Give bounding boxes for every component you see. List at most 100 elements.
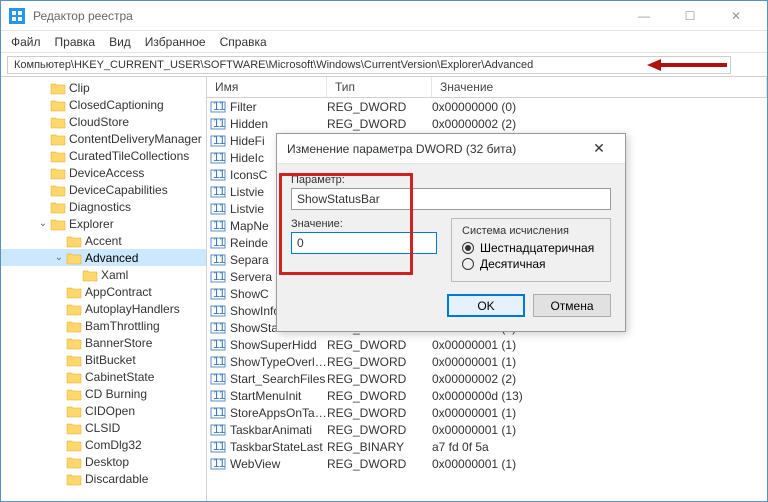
tree-item[interactable]: CloudStore [1,113,206,130]
cancel-button[interactable]: Отмена [533,294,611,317]
folder-icon [66,472,82,486]
value-icon: 110 [210,338,226,352]
list-row[interactable]: 110Start_SearchFilesREG_DWORD0x00000002 … [207,370,767,387]
header-value[interactable]: Значение [432,77,767,97]
maximize-button[interactable]: ☐ [667,1,713,31]
list-row[interactable]: 110StartMenuInitREG_DWORD0x0000000d (13) [207,387,767,404]
expand-icon[interactable]: ⌄ [53,252,65,263]
menu-favorites[interactable]: Избранное [145,35,206,49]
tree-item[interactable]: ComDlg32 [1,436,206,453]
window-title: Редактор реестра [33,9,621,23]
close-button[interactable]: ✕ [713,1,759,31]
value-icon: 110 [210,457,226,471]
menu-file[interactable]: Файл [11,35,41,49]
value-icon: 110 [210,219,226,233]
tree-item[interactable]: Desktop [1,453,206,470]
svg-text:110: 110 [213,185,226,198]
row-value: 0x00000001 (1) [432,355,767,369]
tree-item[interactable]: Accent [1,232,206,249]
value-icon: 110 [210,389,226,403]
folder-icon [66,455,82,469]
list-row[interactable]: 110HiddenREG_DWORD0x00000002 (2) [207,115,767,132]
list-row[interactable]: 110ShowSuperHiddREG_DWORD0x00000001 (1) [207,336,767,353]
menu-edit[interactable]: Правка [55,35,96,49]
base-fieldset: Система исчисления Шестнадцатеричная Дес… [451,218,611,282]
tree-item-label: CD Burning [85,387,147,401]
header-name[interactable]: Имя [207,77,327,97]
tree-item[interactable]: Clip [1,79,206,96]
tree-item[interactable]: ClosedCaptioning [1,96,206,113]
tree-item[interactable]: AppContract [1,283,206,300]
value-icon: 110 [210,406,226,420]
tree-item[interactable]: DeviceCapabilities [1,181,206,198]
tree-item[interactable]: BamThrottling [1,317,206,334]
header-type[interactable]: Тип [327,77,432,97]
dialog-close-button[interactable]: ✕ [583,140,615,157]
tree-panel[interactable]: ClipClosedCaptioningCloudStoreContentDel… [1,77,207,501]
tree-item[interactable]: CIDOpen [1,402,206,419]
folder-icon [66,251,82,265]
row-type: REG_DWORD [327,423,432,437]
folder-icon [66,421,82,435]
row-value: 0x00000002 (2) [432,117,767,131]
value-icon: 110 [210,287,226,301]
tree-item[interactable]: Diagnostics [1,198,206,215]
tree-item[interactable]: CuratedTileCollections [1,147,206,164]
tree-item[interactable]: ContentDeliveryManager [1,130,206,147]
list-header: Имя Тип Значение [207,77,767,98]
folder-icon [50,183,66,197]
list-row[interactable]: 110TaskbarAnimatiREG_DWORD0x00000001 (1) [207,421,767,438]
tree-item[interactable]: BannerStore [1,334,206,351]
tree-item-label: Advanced [85,251,138,265]
tree-item[interactable]: BitBucket [1,351,206,368]
tree-item[interactable]: Xaml [1,266,206,283]
menu-view[interactable]: Вид [109,35,131,49]
tree-item[interactable]: Discardable [1,470,206,487]
svg-text:110: 110 [213,236,226,249]
folder-icon [66,319,82,333]
svg-text:110: 110 [213,338,226,351]
radio-dec[interactable]: Десятичная [462,257,600,271]
value-icon: 110 [210,134,226,148]
value-input[interactable] [291,232,437,254]
tree-item[interactable]: CabinetState [1,368,206,385]
ok-button[interactable]: OK [447,294,525,317]
list-row[interactable]: 110FilterREG_DWORD0x00000000 (0) [207,98,767,115]
folder-icon [66,404,82,418]
folder-icon [66,438,82,452]
tree-item[interactable]: CLSID [1,419,206,436]
list-row[interactable]: 110TaskbarStateLastREG_BINARYa7 fd 0f 5a [207,438,767,455]
menubar: Файл Правка Вид Избранное Справка [1,31,767,53]
tree-item[interactable]: ⌄Explorer [1,215,206,232]
expand-icon[interactable]: ⌄ [37,218,49,229]
address-input[interactable]: Компьютер\HKEY_CURRENT_USER\SOFTWARE\Mic… [7,56,731,74]
value-icon: 110 [210,321,226,335]
param-input[interactable] [291,188,611,210]
row-type: REG_DWORD [327,389,432,403]
list-row[interactable]: 110ShowTypeOverlayREG_DWORD0x00000001 (1… [207,353,767,370]
radio-hex[interactable]: Шестнадцатеричная [462,241,600,255]
tree-item[interactable]: ⌄ Advanced [1,249,206,266]
menu-help[interactable]: Справка [220,35,267,49]
list-row[interactable]: 110StoreAppsOnTas...REG_DWORD0x00000001 … [207,404,767,421]
row-type: REG_BINARY [327,440,432,454]
tree-item-label: AppContract [85,285,152,299]
titlebar: Редактор реестра — ☐ ✕ [1,1,767,31]
value-icon: 110 [210,117,226,131]
tree-item[interactable]: CD Burning [1,385,206,402]
tree-item[interactable]: AutoplayHandlers [1,300,206,317]
row-name: Start_SearchFiles [230,372,327,386]
radio-dec-button[interactable] [462,258,474,270]
dialog-title-text: Изменение параметра DWORD (32 бита) [287,142,583,156]
tree-item[interactable]: DeviceAccess [1,164,206,181]
folder-icon [50,166,66,180]
row-value: 0x00000001 (1) [432,338,767,352]
folder-icon [66,370,82,384]
folder-icon [66,353,82,367]
radio-hex-button[interactable] [462,242,474,254]
value-icon: 110 [210,202,226,216]
regedit-window: Редактор реестра — ☐ ✕ Файл Правка Вид И… [0,0,768,502]
minimize-button[interactable]: — [621,1,667,31]
row-value: 0x00000002 (2) [432,372,767,386]
list-row[interactable]: 110WebViewREG_DWORD0x00000001 (1) [207,455,767,472]
